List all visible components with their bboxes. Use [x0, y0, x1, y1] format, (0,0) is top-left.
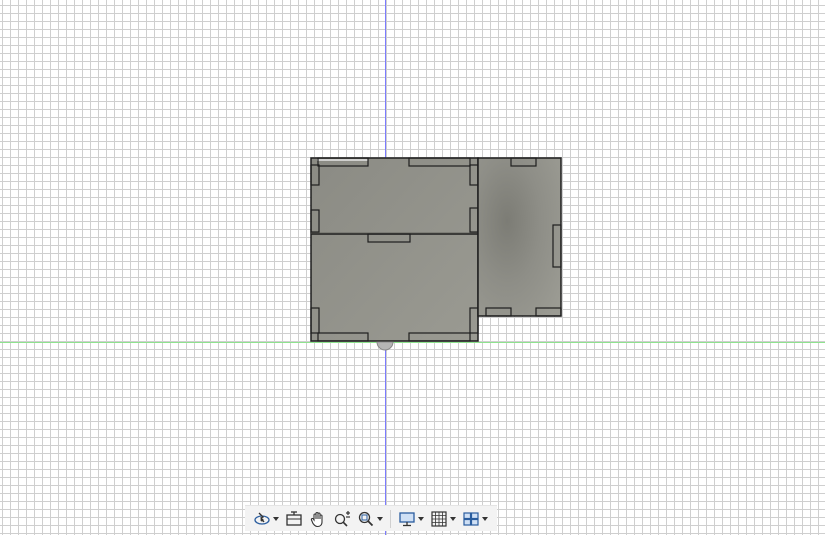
grid-settings-button[interactable] [428, 508, 458, 530]
hand-icon [310, 511, 323, 527]
model-view[interactable] [0, 0, 825, 535]
pan-button[interactable] [307, 508, 329, 530]
zoom-window-icon [358, 511, 374, 526]
viewports-icon [463, 511, 479, 526]
chevron-down-icon [450, 516, 456, 521]
chevron-down-icon [377, 516, 383, 521]
display-settings-button[interactable] [396, 508, 426, 530]
navigation-toolbar [245, 505, 497, 531]
design-viewport[interactable] [0, 0, 825, 535]
viewports-button[interactable] [460, 508, 490, 530]
zoom-plus-minus-icon [334, 510, 350, 527]
zoom-window-button[interactable] [355, 508, 385, 530]
look-at-button[interactable] [283, 508, 305, 530]
look-at-icon [286, 510, 302, 526]
box-body-left[interactable] [310, 157, 479, 342]
chevron-down-icon [273, 516, 279, 521]
toolbar-separator [390, 509, 391, 528]
orbit-button[interactable] [251, 508, 281, 530]
monitor-icon [399, 511, 415, 526]
box-body-right[interactable] [477, 157, 562, 317]
origin-marker[interactable] [376, 341, 394, 351]
grid-icon [431, 510, 447, 527]
zoom-button[interactable] [331, 508, 353, 530]
chevron-down-icon [418, 516, 424, 521]
orbit-icon [254, 512, 270, 525]
chevron-down-icon [482, 516, 488, 521]
